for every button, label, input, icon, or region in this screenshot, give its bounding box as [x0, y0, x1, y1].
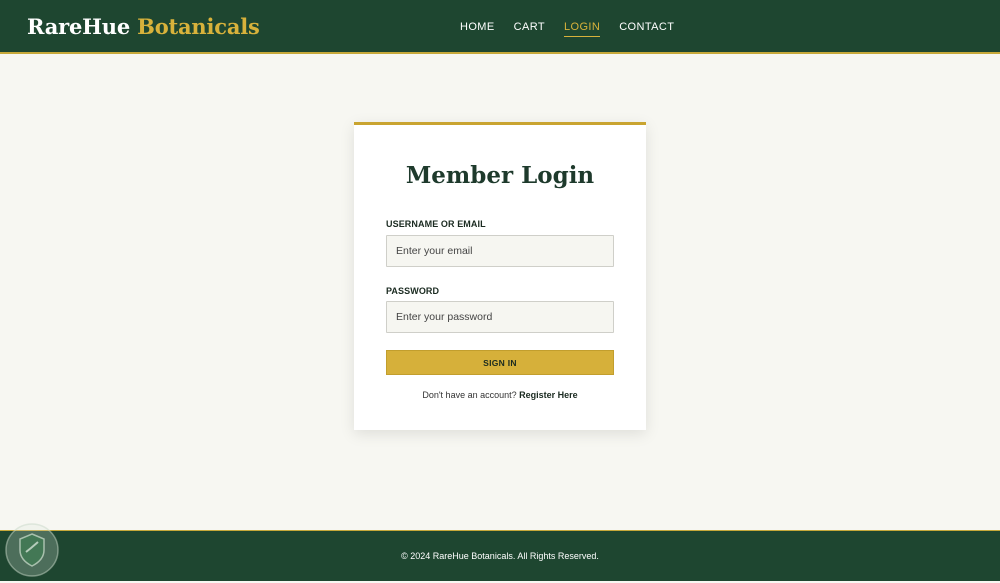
username-input[interactable]: [386, 235, 614, 267]
register-link[interactable]: Register Here: [519, 390, 578, 400]
login-card: Member Login USERNAME OR EMAIL PASSWORD …: [354, 122, 646, 430]
footer-copyright: © 2024 RareHue Botanicals. All Rights Re…: [401, 551, 599, 561]
login-title: Member Login: [405, 162, 595, 189]
password-label: PASSWORD: [386, 286, 440, 296]
site-footer: © 2024 RareHue Botanicals. All Rights Re…: [0, 530, 1000, 581]
nav-login[interactable]: LOGIN: [563, 19, 601, 37]
nav-contact[interactable]: CONTACT: [619, 19, 674, 37]
main-nav: HOME CART LOGIN CONTACT: [460, 19, 674, 37]
password-input[interactable]: [386, 301, 614, 333]
nav-cart[interactable]: CART: [514, 19, 545, 37]
shield-logo-icon: [4, 522, 60, 578]
site-header: RareHue Botanicals HOME CART LOGIN CONTA…: [0, 0, 1000, 54]
brand-name-secondary: Botanicals: [137, 14, 260, 39]
register-prompt-text: Don't have an account?: [422, 390, 517, 400]
brand-name-primary: RareHue: [27, 14, 131, 39]
sign-in-button[interactable]: SIGN IN: [386, 350, 614, 375]
username-label: USERNAME OR EMAIL: [386, 219, 486, 229]
nav-home[interactable]: HOME: [460, 19, 495, 37]
site-logo[interactable]: RareHue Botanicals: [27, 13, 260, 41]
register-prompt-line: Don't have an account? Register Here: [354, 389, 646, 401]
